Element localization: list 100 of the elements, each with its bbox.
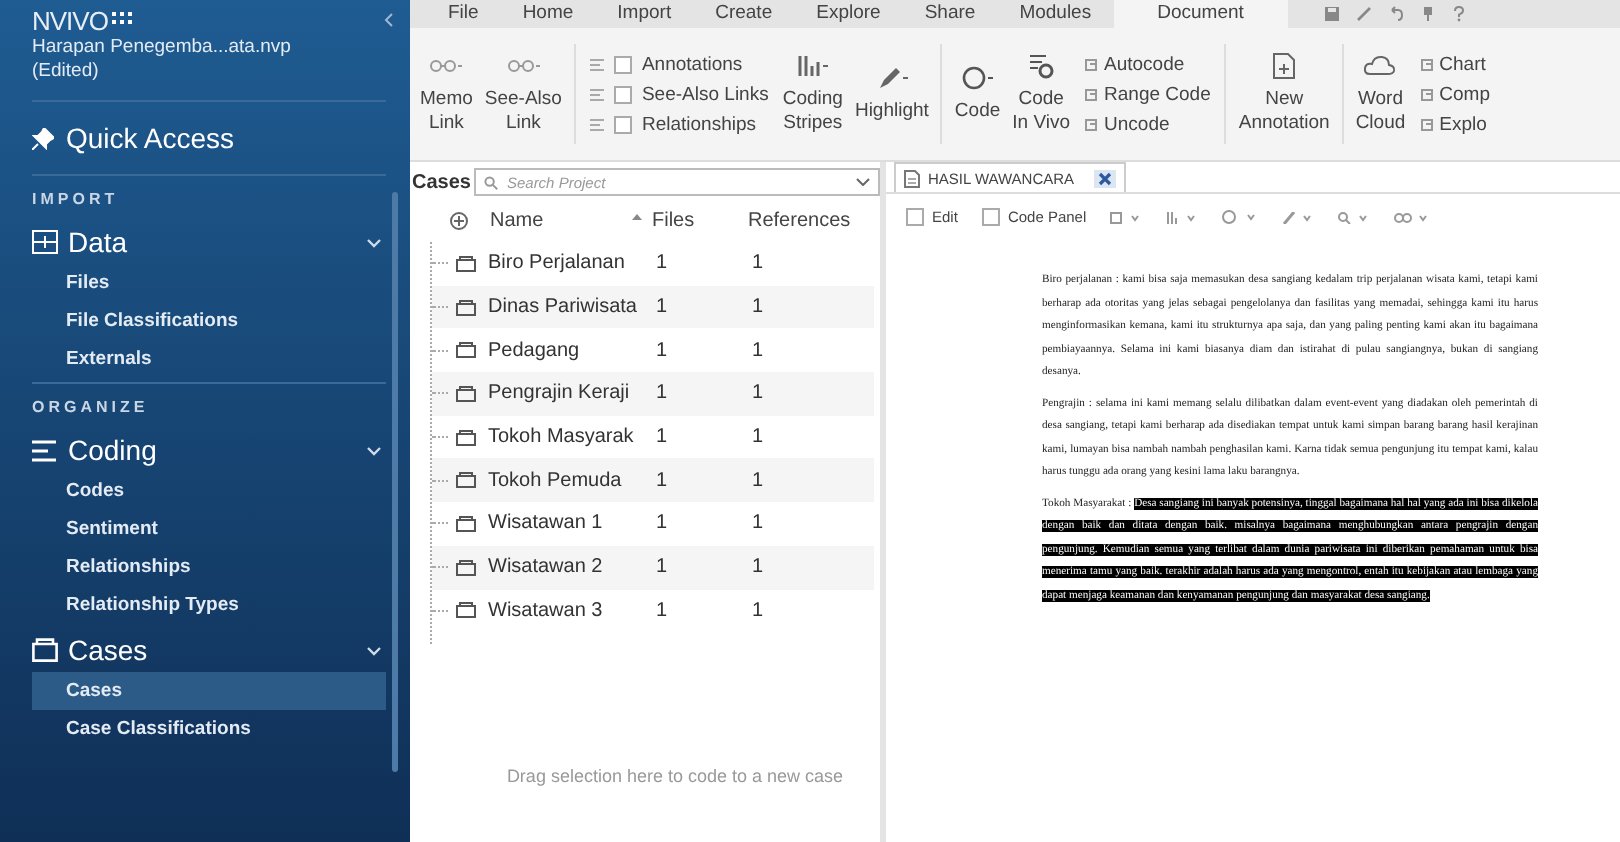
folder-icon bbox=[456, 602, 476, 619]
nav-group[interactable]: Cases bbox=[0, 624, 410, 672]
folder-icon bbox=[456, 559, 476, 576]
save-icon[interactable] bbox=[1323, 6, 1340, 22]
panel-title: Cases bbox=[412, 171, 471, 193]
small-tool-icon bbox=[1419, 117, 1434, 131]
nav-item[interactable]: Sentiment bbox=[32, 510, 386, 548]
table-cell-text: 1 bbox=[752, 382, 766, 405]
close-icon[interactable] bbox=[1094, 169, 1117, 187]
ribbon-button[interactable]: See-Also Link bbox=[478, 48, 568, 140]
checkbox[interactable] bbox=[613, 115, 632, 133]
nav-item[interactable]: Relationship Types bbox=[32, 586, 386, 624]
ribbon-tab[interactable]: Modules bbox=[997, 0, 1114, 28]
ribbon-button[interactable]: Coding Stripes bbox=[776, 48, 849, 140]
case-row[interactable]: Wisatawan 3 1 1 bbox=[432, 589, 874, 633]
case-row[interactable]: Dinas Pariwisata 1 1 bbox=[432, 285, 874, 329]
pen-icon[interactable] bbox=[1355, 6, 1372, 22]
ribbon-tab[interactable]: Explore bbox=[794, 0, 903, 28]
nav-item[interactable]: Externals bbox=[32, 340, 386, 378]
nav-group[interactable]: Coding bbox=[0, 424, 410, 472]
case-row[interactable]: Biro Perjalanan 1 1 bbox=[432, 242, 874, 286]
ribbon-tab[interactable]: Import bbox=[595, 0, 694, 28]
ribbon-button[interactable]: Code bbox=[948, 60, 1007, 128]
ribbon-button[interactable]: Memo Link bbox=[414, 48, 479, 140]
help-icon[interactable] bbox=[1451, 6, 1466, 22]
table-cell-text: 1 bbox=[752, 469, 766, 492]
stripes-dropdown-icon[interactable] bbox=[1166, 211, 1199, 223]
ribbon-command[interactable]: Chart bbox=[1419, 53, 1490, 75]
table-cell-text: 1 bbox=[656, 296, 670, 319]
link-dropdown-icon[interactable] bbox=[1394, 211, 1431, 223]
ribbon-command[interactable]: Autocode bbox=[1084, 53, 1211, 75]
nav-item[interactable]: Relationships bbox=[32, 548, 386, 586]
dots-icon bbox=[111, 12, 132, 28]
checkbox[interactable] bbox=[906, 208, 924, 226]
table-cell-text: Wisatawan 3 bbox=[488, 599, 605, 622]
ribbon-tab[interactable]: Create bbox=[693, 0, 795, 28]
folder-icon bbox=[456, 299, 476, 316]
case-row[interactable]: Pengrajin Keraji 1 1 bbox=[432, 372, 874, 416]
case-row[interactable]: Pedagang 1 1 bbox=[432, 328, 874, 373]
checkbox-label: Annotations bbox=[641, 53, 743, 75]
project-name: Harapan Penegemba...ata.nvp bbox=[32, 36, 293, 60]
comment-dropdown-icon[interactable] bbox=[1110, 211, 1143, 223]
ribbon-button[interactable]: New Annotation bbox=[1232, 48, 1336, 140]
case-row[interactable]: Tokoh Masyarak 1 1 bbox=[432, 415, 874, 459]
stripes-icon bbox=[794, 52, 831, 80]
small-tool-icon bbox=[1084, 117, 1099, 131]
checkbox[interactable] bbox=[613, 55, 632, 73]
nav-item[interactable]: Codes bbox=[32, 472, 386, 510]
case-row[interactable]: Wisatawan 1 1 1 bbox=[432, 502, 874, 546]
column-header[interactable]: References bbox=[748, 209, 848, 231]
project-status: (Edited) bbox=[32, 60, 101, 84]
marker-dropdown-icon[interactable] bbox=[1282, 211, 1315, 223]
column-header[interactable]: Name bbox=[490, 209, 638, 231]
nav-item[interactable]: Cases bbox=[32, 672, 386, 710]
table-cell-text: 1 bbox=[656, 382, 670, 405]
ribbon-button[interactable]: Code In Vivo bbox=[1006, 48, 1077, 140]
zoom-dropdown-icon[interactable] bbox=[1338, 211, 1371, 223]
ribbon-command[interactable]: Explo bbox=[1419, 113, 1490, 135]
ribbon-tab[interactable]: File bbox=[426, 0, 501, 28]
table-cell-text: 1 bbox=[656, 599, 670, 622]
circle-dropdown-icon[interactable] bbox=[1222, 210, 1259, 224]
app-name: NVIVO bbox=[32, 5, 108, 35]
nav-item[interactable]: Files bbox=[32, 264, 386, 302]
small-tool-icon bbox=[1419, 87, 1434, 101]
nav-group[interactable]: Data bbox=[0, 216, 410, 264]
table-cell-text: 1 bbox=[752, 426, 766, 449]
cloud-icon bbox=[1362, 52, 1399, 80]
folder-icon bbox=[456, 515, 476, 532]
case-row[interactable]: Tokoh Pemuda 1 1 bbox=[432, 458, 874, 503]
ribbon-command[interactable]: Uncode bbox=[1084, 113, 1211, 135]
ribbon-button[interactable]: Highlight bbox=[848, 60, 935, 128]
pin-icon bbox=[32, 127, 54, 149]
dropdown-icon bbox=[856, 178, 870, 186]
nav-item[interactable]: Case Classifications bbox=[32, 710, 386, 748]
folder-icon bbox=[32, 638, 58, 662]
quick-access-item[interactable]: Quick Access bbox=[0, 106, 410, 170]
checkbox[interactable] bbox=[613, 85, 632, 103]
nav-item[interactable]: File Classifications bbox=[32, 302, 386, 340]
ribbon-tab[interactable]: Document bbox=[1113, 0, 1288, 28]
collapse-icon[interactable] bbox=[384, 12, 394, 28]
case-row[interactable]: Wisatawan 2 1 1 bbox=[432, 545, 874, 589]
ribbon-command[interactable]: Comp bbox=[1419, 83, 1490, 105]
ribbon-tab[interactable]: Home bbox=[500, 0, 596, 28]
table-cell-text: 1 bbox=[752, 599, 766, 622]
small-tool-icon bbox=[589, 87, 604, 101]
table-icon bbox=[32, 230, 58, 254]
checkbox-label: See-Also Links bbox=[641, 83, 769, 105]
folder-icon bbox=[456, 472, 476, 489]
checkbox[interactable] bbox=[981, 208, 1000, 226]
pin-icon[interactable] bbox=[1419, 6, 1436, 22]
section-heading: IMPORT bbox=[30, 188, 121, 212]
column-header[interactable]: Files bbox=[652, 209, 748, 231]
ribbon-tab[interactable]: Share bbox=[902, 0, 998, 28]
add-icon[interactable] bbox=[450, 211, 468, 229]
table-cell-text: 1 bbox=[656, 556, 670, 579]
undo-icon[interactable] bbox=[1387, 6, 1404, 22]
ribbon-command[interactable]: Range Code bbox=[1084, 83, 1211, 105]
ribbon-button[interactable]: Word Cloud bbox=[1349, 48, 1412, 140]
table-cell-text: Wisatawan 1 bbox=[488, 512, 605, 535]
small-tool-icon bbox=[1084, 87, 1099, 101]
